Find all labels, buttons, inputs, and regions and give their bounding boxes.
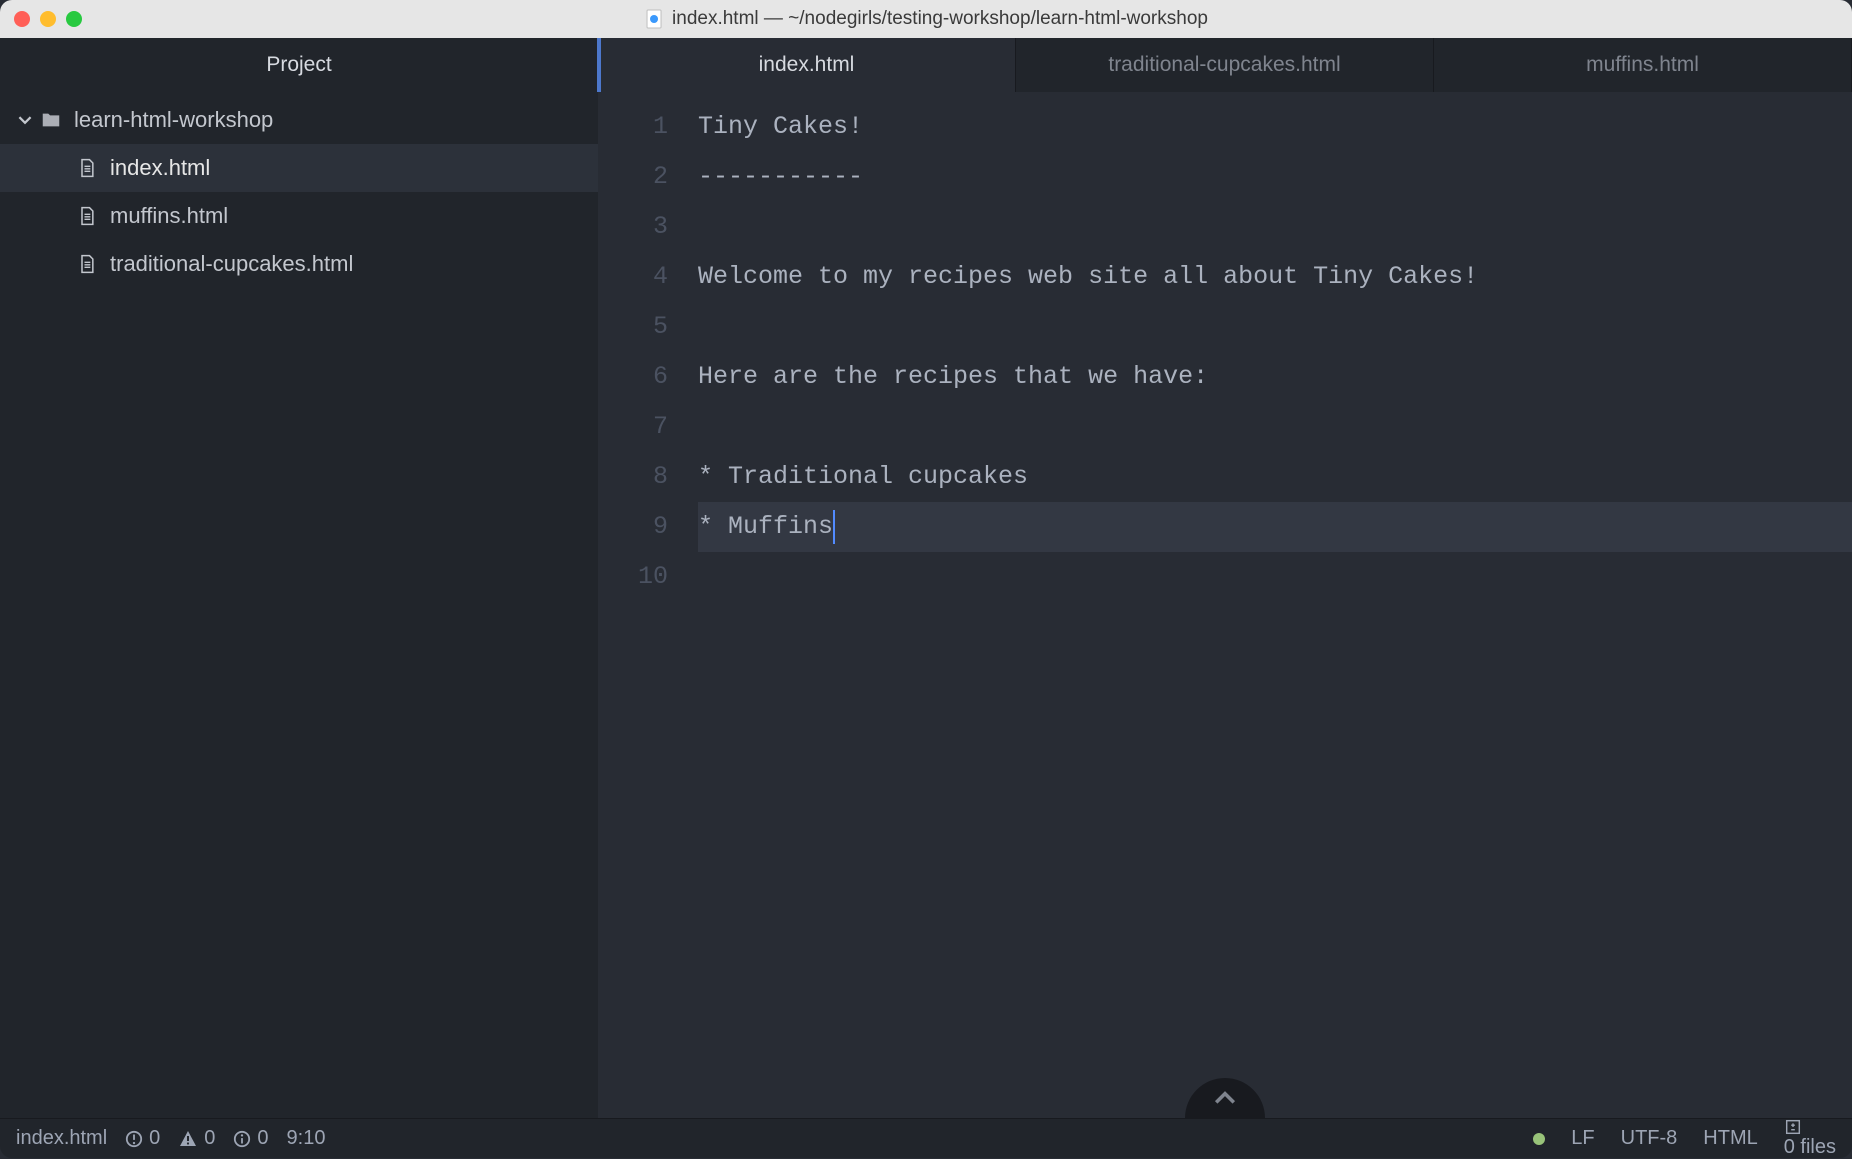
line-number: 2: [598, 152, 668, 202]
line-number: 8: [598, 452, 668, 502]
tree-folder-root[interactable]: learn-html-workshop: [0, 96, 598, 144]
status-errors[interactable]: 0: [178, 1127, 215, 1150]
tree-file-label: traditional-cupcakes.html: [110, 251, 353, 277]
file-icon: [74, 253, 100, 275]
status-git-files: 0 files: [1784, 1136, 1836, 1158]
editor-pane: index.html traditional-cupcakes.html muf…: [598, 38, 1852, 1118]
file-type-icon: [644, 9, 664, 29]
tree-file-index[interactable]: index.html: [0, 144, 598, 192]
tree-file-traditional-cupcakes[interactable]: traditional-cupcakes.html: [0, 240, 598, 288]
line-number: 7: [598, 402, 668, 452]
minimize-window-button[interactable]: [40, 11, 56, 27]
status-info-count: 0: [257, 1127, 268, 1150]
code-line[interactable]: -----------: [698, 152, 1852, 202]
file-icon: [74, 157, 100, 179]
sidebar-header: Project: [0, 38, 598, 92]
tab-traditional-cupcakes[interactable]: traditional-cupcakes.html: [1016, 38, 1434, 92]
tab-index[interactable]: index.html: [598, 38, 1016, 92]
status-deprecations[interactable]: 0: [125, 1127, 160, 1150]
code-content[interactable]: Tiny Cakes! ----------- Welcome to my re…: [698, 102, 1852, 1118]
code-line[interactable]: [698, 202, 1852, 252]
chevron-up-icon: [1214, 1087, 1236, 1109]
line-number-gutter: 1 2 3 4 5 6 7 8 9 10: [598, 102, 698, 1118]
folder-icon: [38, 109, 64, 131]
tab-muffins[interactable]: muffins.html: [1434, 38, 1852, 92]
error-icon: [178, 1129, 198, 1149]
code-editor[interactable]: 1 2 3 4 5 6 7 8 9 10 Tiny Cakes! -------…: [598, 92, 1852, 1118]
status-error-count: 0: [204, 1127, 215, 1150]
tab-label: index.html: [759, 53, 855, 77]
status-deprecation-count: 0: [149, 1127, 160, 1150]
code-line[interactable]: * Muffins: [698, 502, 1852, 552]
window-titlebar: index.html — ~/nodegirls/testing-worksho…: [0, 0, 1852, 38]
line-number: 3: [598, 202, 668, 252]
tree-file-label: muffins.html: [110, 203, 228, 229]
line-number: 9: [598, 502, 668, 552]
maximize-window-button[interactable]: [66, 11, 82, 27]
status-filename[interactable]: index.html: [16, 1127, 107, 1150]
status-grammar[interactable]: HTML: [1703, 1127, 1757, 1150]
line-number: 4: [598, 252, 668, 302]
line-number: 1: [598, 102, 668, 152]
close-window-button[interactable]: [14, 11, 30, 27]
line-number: 6: [598, 352, 668, 402]
window-controls: [14, 11, 82, 27]
line-number: 10: [598, 552, 668, 602]
tab-label: traditional-cupcakes.html: [1108, 53, 1340, 77]
line-number: 5: [598, 302, 668, 352]
project-sidebar: Project learn-html-workshop index.html: [0, 38, 598, 1118]
deprecation-icon: [125, 1130, 143, 1148]
code-line[interactable]: [698, 552, 1852, 602]
code-line[interactable]: * Traditional cupcakes: [698, 452, 1852, 502]
tree-folder-label: learn-html-workshop: [74, 107, 273, 133]
status-git[interactable]: 0 files: [1784, 1118, 1836, 1159]
window-title: index.html — ~/nodegirls/testing-worksho…: [644, 8, 1208, 30]
code-line[interactable]: Welcome to my recipes web site all about…: [698, 252, 1852, 302]
code-line[interactable]: [698, 302, 1852, 352]
tab-label: muffins.html: [1586, 53, 1699, 77]
tree-file-muffins[interactable]: muffins.html: [0, 192, 598, 240]
status-encoding[interactable]: UTF-8: [1621, 1127, 1678, 1150]
tree-file-label: index.html: [110, 155, 210, 181]
file-icon: [74, 205, 100, 227]
chevron-down-icon: [18, 113, 32, 127]
status-indicator-dot[interactable]: [1533, 1133, 1545, 1145]
status-infos[interactable]: 0: [233, 1127, 268, 1150]
file-tree[interactable]: learn-html-workshop index.html muffins.h…: [0, 92, 598, 1118]
text-cursor: [833, 510, 835, 544]
info-icon: [233, 1130, 251, 1148]
status-cursor-position[interactable]: 9:10: [287, 1127, 326, 1150]
code-line[interactable]: Tiny Cakes!: [698, 102, 1852, 152]
git-diff-icon: [1784, 1118, 1836, 1136]
code-line[interactable]: [698, 402, 1852, 452]
status-line-ending[interactable]: LF: [1571, 1127, 1594, 1150]
window-title-text: index.html — ~/nodegirls/testing-worksho…: [672, 8, 1208, 30]
status-bar: index.html 0 0 0 9:10 LF UTF-8 HTML: [0, 1118, 1852, 1158]
editor-tabs: index.html traditional-cupcakes.html muf…: [598, 38, 1852, 92]
code-line[interactable]: Here are the recipes that we have:: [698, 352, 1852, 402]
